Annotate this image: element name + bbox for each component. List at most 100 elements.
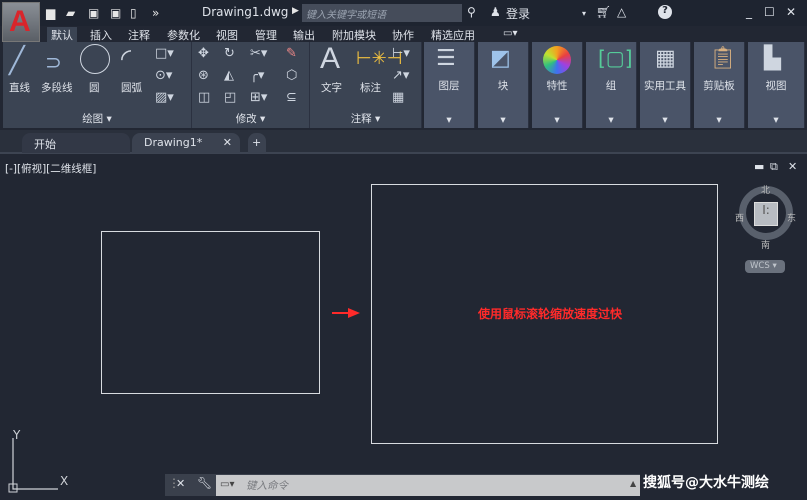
ellipse-icon[interactable]: ⊙▾ (155, 68, 172, 83)
hatch-icon[interactable]: ▨▾ (155, 90, 174, 105)
clipboard-panel[interactable]: 📋︎ 剪贴板 ▾ (694, 42, 745, 128)
modify-panel-title[interactable]: 修改 ▾ (192, 111, 309, 126)
move-icon[interactable]: ✥ (198, 46, 209, 61)
layers-icon: ☰ (436, 46, 456, 71)
a360-icon[interactable]: △ (617, 5, 626, 19)
recent-commands-icon[interactable]: ▭▾ (220, 479, 234, 490)
dropdown-icon: ▾ (554, 114, 560, 126)
erase-icon[interactable]: ✎ (286, 46, 297, 61)
calculator-icon: ▦ (655, 46, 676, 71)
line-button[interactable]: 直线 (9, 80, 30, 95)
maximize-button[interactable]: ☐ (764, 5, 775, 19)
ucs-x-label: X (60, 474, 69, 488)
save-icon[interactable]: ▣ (88, 6, 99, 20)
tab-manage[interactable]: 管理 (251, 27, 281, 43)
block-panel[interactable]: ◩ 块 ▾ (478, 42, 529, 128)
dimension-button[interactable]: 标注 (360, 80, 381, 95)
new-tab-button[interactable]: + (248, 133, 266, 153)
tab-addins[interactable]: 附加模块 (328, 27, 380, 43)
app-menu-button[interactable]: A (2, 2, 40, 42)
draw-panel: ╱ ⊃ ◜ 直线 多段线 圆 圆弧 □▾ ⊙▾ ▨▾ 绘图 ▾ (3, 42, 192, 128)
dropdown-icon: ▾ (716, 114, 722, 126)
plot-icon[interactable]: ▯ (130, 6, 137, 20)
view-panel[interactable]: ▙ 视图 ▾ (748, 42, 805, 128)
modify-panel: ✥ ↻ ✂▾ ✎ ⊛ ◭ ╭▾ ⬡ ◫ ◰ ⊞▾ ⊆ 修改 ▾ (192, 42, 310, 128)
compass-south[interactable]: 南 (761, 238, 770, 251)
linear-dim-icon[interactable]: ⊢▾ (392, 46, 410, 61)
circle-button[interactable]: 圆 (89, 80, 100, 95)
tab-drawing1[interactable]: Drawing1* ✕ (132, 133, 240, 153)
circle-icon (80, 44, 110, 74)
view-icon: ▙ (764, 46, 781, 71)
binoculars-icon[interactable]: ⚲ (467, 5, 476, 19)
compass-west[interactable]: 西 (735, 211, 744, 224)
new-icon[interactable]: ▆ (46, 6, 55, 20)
block-icon: ◩ (490, 46, 511, 71)
compass-north[interactable]: 北 (761, 183, 770, 196)
group-panel[interactable]: [▢] 组 ▾ (586, 42, 637, 128)
3d-icon[interactable]: ⬡ (286, 68, 297, 83)
tab-start[interactable]: 开始 (22, 133, 130, 153)
leader-icon[interactable]: ↗▾ (392, 68, 409, 83)
panel-toggle-icon[interactable]: ▭▾ (503, 28, 517, 39)
arc-button[interactable]: 圆弧 (121, 80, 142, 95)
tab-collaborate[interactable]: 协作 (388, 27, 418, 43)
dropdown-icon: ▾ (500, 114, 506, 126)
text-icon: A (320, 42, 341, 75)
mirror-icon[interactable]: ◭ (224, 68, 234, 83)
watermark: 搜狐号@大水牛测绘 (643, 475, 769, 491)
compass-east[interactable]: 东 (787, 211, 796, 224)
viewcube-top-face[interactable]: I: (754, 202, 778, 226)
block-label: 块 (497, 80, 509, 92)
polyline-icon: ⊃ (45, 50, 62, 74)
command-input[interactable]: 键入命令 (216, 475, 640, 496)
viewport-restore[interactable]: ⧉ (770, 160, 778, 174)
more-icon[interactable]: » (152, 6, 159, 20)
save-as-icon[interactable]: ▣ (110, 6, 121, 20)
wcs-dropdown[interactable]: WCS ▾ (745, 260, 785, 273)
expand-icon[interactable]: ▲ (630, 479, 636, 488)
rectangle-icon[interactable]: □▾ (155, 46, 174, 61)
tab-featured-apps[interactable]: 精选应用 (427, 27, 479, 43)
tab-annotate[interactable]: 注释 (124, 27, 154, 43)
properties-label: 特性 (546, 80, 568, 92)
tab-output[interactable]: 输出 (289, 27, 319, 43)
open-icon[interactable]: ▰ (66, 6, 75, 20)
fillet-icon[interactable]: ╭▾ (250, 68, 264, 83)
polyline-button[interactable]: 多段线 (41, 80, 73, 95)
close-button[interactable]: ✕ (786, 5, 796, 19)
properties-panel[interactable]: 特性 ▾ (532, 42, 583, 128)
viewport-controls[interactable]: [-][俯视][二维线框] (5, 161, 96, 176)
dropdown-icon[interactable]: ▾ (582, 9, 586, 18)
close-icon[interactable]: ✕ (176, 477, 185, 490)
search-input[interactable]: 键入关键字或短语 (302, 4, 462, 22)
cart-icon[interactable]: 🛒︎ (596, 5, 611, 19)
scale-icon[interactable]: ◰ (224, 90, 236, 105)
table-icon[interactable]: ▦ (392, 90, 404, 105)
wrench-icon[interactable]: 🔧︎ (197, 476, 212, 490)
rotate-icon[interactable]: ↻ (224, 46, 235, 61)
text-button[interactable]: 文字 (321, 80, 342, 95)
help-icon[interactable]: ? (658, 5, 672, 19)
minimize-button[interactable]: _ (746, 5, 752, 19)
tab-view[interactable]: 视图 (212, 27, 242, 43)
login-button[interactable]: 登录 (506, 5, 530, 22)
tab-parametric[interactable]: 参数化 (163, 27, 204, 43)
draw-panel-title[interactable]: 绘图 ▾ (3, 111, 191, 126)
clipboard-icon: 📋︎ (709, 46, 737, 71)
annotation-panel-title[interactable]: 注释 ▾ (310, 111, 421, 126)
tab-home[interactable]: 默认 (47, 27, 77, 43)
viewport-close[interactable]: ✕ (788, 160, 797, 173)
arc-icon: ◜ (121, 44, 132, 74)
offset-icon[interactable]: ⊆ (286, 90, 297, 105)
group-icon: [▢] (598, 46, 633, 70)
layers-panel[interactable]: ☰ 图层 ▾ (424, 42, 475, 128)
trim-icon[interactable]: ✂▾ (250, 46, 267, 61)
copy-icon[interactable]: ⊛ (198, 68, 209, 83)
array-icon[interactable]: ⊞▾ (250, 90, 267, 105)
tab-insert[interactable]: 插入 (86, 27, 116, 43)
stretch-icon[interactable]: ◫ (198, 90, 210, 105)
close-tab-icon[interactable]: ✕ (223, 136, 232, 149)
viewport-minimize[interactable]: ▬ (754, 160, 764, 173)
utilities-panel[interactable]: ▦ 实用工具 ▾ (640, 42, 691, 128)
